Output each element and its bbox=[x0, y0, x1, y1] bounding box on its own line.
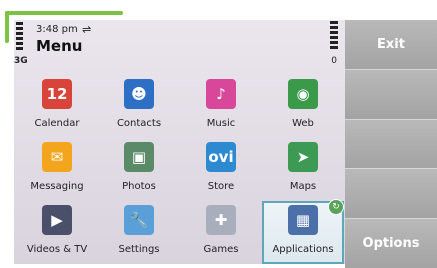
app-label: Music bbox=[206, 118, 236, 129]
app-maps[interactable]: ➤ Maps bbox=[262, 138, 344, 201]
maps-compass-icon: ➤ bbox=[288, 142, 318, 172]
usb-icon: ⇌ bbox=[82, 23, 92, 36]
options-button[interactable]: Options bbox=[345, 219, 437, 268]
ovi-store-icon: ovi bbox=[206, 142, 236, 172]
video-icon: ▶ bbox=[42, 205, 72, 235]
app-settings[interactable]: 🔧 Settings bbox=[98, 201, 180, 264]
applications-icon: ▦ bbox=[288, 205, 318, 235]
focus-accent-vertical bbox=[5, 11, 9, 43]
app-label: Calendar bbox=[34, 118, 80, 129]
app-messaging[interactable]: ✉ Messaging bbox=[16, 138, 98, 201]
app-contacts[interactable]: ☻ Contacts bbox=[98, 75, 180, 138]
music-icon: ♪ bbox=[206, 79, 236, 109]
wrench-icon: 🔧 bbox=[124, 205, 154, 235]
app-label: Settings bbox=[118, 244, 160, 255]
app-store[interactable]: ovi Store bbox=[180, 138, 262, 201]
app-videos-tv[interactable]: ▶ Videos & TV bbox=[16, 201, 98, 264]
clock: 3:48 pm bbox=[36, 24, 78, 35]
app-label: Applications bbox=[272, 244, 334, 255]
app-label: Photos bbox=[122, 181, 156, 192]
app-label: Contacts bbox=[116, 118, 162, 129]
app-applications[interactable]: ▦ Applications ↻ bbox=[262, 199, 344, 264]
battery-icon bbox=[330, 21, 338, 51]
battery-label: 0 bbox=[331, 56, 337, 66]
envelope-icon: ✉ bbox=[42, 142, 72, 172]
app-label: Store bbox=[207, 181, 235, 192]
network-type: 3G bbox=[14, 56, 28, 66]
focus-accent-horizontal bbox=[5, 11, 123, 15]
softkey-blank-3[interactable] bbox=[345, 169, 437, 220]
phone-screen: 3G 3:48 pm ⇌ Menu 0 12 Calendar ☻ Contacts ♪… bbox=[14, 20, 345, 264]
app-calendar[interactable]: 12 Calendar bbox=[16, 75, 98, 138]
app-label: Games bbox=[203, 244, 239, 255]
exit-button[interactable]: Exit bbox=[345, 20, 437, 70]
app-music[interactable]: ♪ Music bbox=[180, 75, 262, 138]
signal-strength-icon bbox=[16, 22, 23, 52]
app-label: Web bbox=[292, 118, 314, 129]
status-bar: 3G 3:48 pm ⇌ Menu 0 bbox=[14, 20, 345, 70]
app-games[interactable]: ✚ Games bbox=[180, 201, 262, 264]
app-label: Maps bbox=[289, 181, 317, 192]
calendar-icon: 12 bbox=[42, 79, 72, 109]
app-web[interactable]: ◉ Web bbox=[262, 75, 344, 138]
web-globe-icon: ◉ bbox=[288, 79, 318, 109]
softkey-blank-1[interactable] bbox=[345, 69, 437, 120]
app-label: Videos & TV bbox=[26, 244, 88, 255]
app-photos[interactable]: ▣ Photos bbox=[98, 138, 180, 201]
selection-refresh-icon: ↻ bbox=[328, 199, 344, 215]
gamepad-icon: ✚ bbox=[206, 205, 236, 235]
app-label: Messaging bbox=[30, 181, 84, 192]
page-title: Menu bbox=[36, 37, 83, 55]
app-grid: 12 Calendar ☻ Contacts ♪ Music ◉ Web ✉ Messaging ▣… bbox=[16, 75, 344, 264]
softkey-blank-2[interactable] bbox=[345, 119, 437, 170]
photos-icon: ▣ bbox=[124, 142, 154, 172]
softkey-panel: Exit Options bbox=[345, 20, 437, 268]
contacts-icon: ☻ bbox=[124, 79, 154, 109]
